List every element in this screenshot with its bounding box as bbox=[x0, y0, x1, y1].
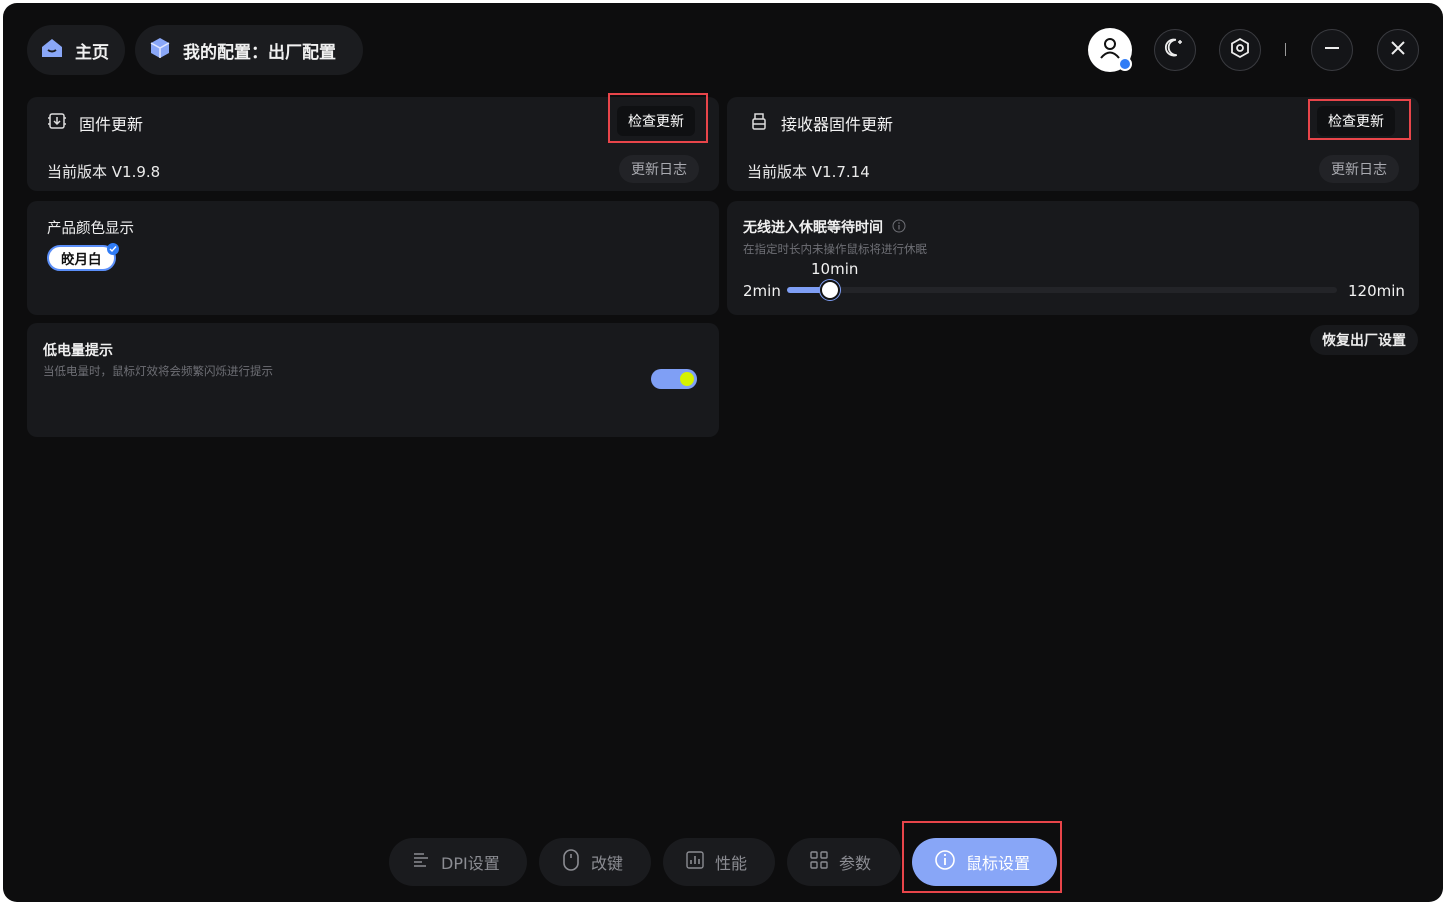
sleep-time-slider[interactable] bbox=[787, 280, 1337, 300]
receiver-title-label: 接收器固件更新 bbox=[781, 115, 894, 134]
home-label: 主页 bbox=[75, 42, 109, 63]
low-battery-card: 低电量提示 当低电量时，鼠标灯效将会频繁闪烁进行提示 bbox=[27, 323, 719, 437]
slider-thumb[interactable] bbox=[820, 280, 840, 300]
sleep-title: 无线进入休眠等待时间 bbox=[743, 217, 906, 237]
config-label: 我的配置：出厂配置 bbox=[183, 42, 336, 63]
highlight-box bbox=[1308, 99, 1411, 140]
low-battery-toggle[interactable] bbox=[651, 369, 697, 389]
highlight-box bbox=[902, 821, 1062, 893]
sleep-time-card: 无线进入休眠等待时间 在指定时长内未操作鼠标将进行休眠 10min 2min 1… bbox=[727, 201, 1419, 315]
nav-performance[interactable]: 性能 bbox=[663, 838, 775, 886]
settings-button[interactable] bbox=[1219, 29, 1261, 71]
toggle-knob bbox=[680, 372, 694, 386]
close-button[interactable] bbox=[1377, 29, 1419, 71]
close-icon bbox=[1388, 38, 1408, 62]
highlight-box bbox=[608, 93, 708, 143]
chip-icon bbox=[47, 111, 79, 135]
firmware-title: 固件更新 bbox=[47, 111, 143, 135]
sleep-desc: 在指定时长内未操作鼠标将进行休眠 bbox=[743, 242, 927, 256]
nav-keys[interactable]: 改键 bbox=[539, 838, 651, 886]
firmware-version: 当前版本 V1.9.8 bbox=[47, 163, 161, 181]
color-option-selected[interactable]: 皎月白 bbox=[47, 245, 116, 271]
color-title: 产品颜色显示 bbox=[47, 221, 134, 237]
battery-title: 低电量提示 bbox=[43, 343, 113, 359]
checkmark-icon bbox=[107, 243, 119, 255]
moon-icon bbox=[1164, 37, 1186, 63]
firmware-title-label: 固件更新 bbox=[79, 115, 144, 134]
mouse-icon bbox=[561, 848, 591, 876]
grid-icon bbox=[809, 850, 839, 874]
receiver-icon bbox=[749, 111, 781, 135]
minimize-button[interactable] bbox=[1311, 29, 1353, 71]
sleep-title-label: 无线进入休眠等待时间 bbox=[743, 220, 883, 236]
divider bbox=[1285, 43, 1286, 56]
nav-dpi[interactable]: DPI设置 bbox=[389, 838, 527, 886]
receiver-version: 当前版本 V1.7.14 bbox=[747, 163, 870, 181]
config-selector[interactable]: 我的配置：出厂配置 bbox=[135, 25, 363, 75]
info-icon[interactable] bbox=[892, 219, 906, 237]
factory-reset-button[interactable]: 恢复出厂设置 bbox=[1310, 325, 1418, 355]
battery-desc: 当低电量时，鼠标灯效将会频繁闪烁进行提示 bbox=[43, 364, 273, 378]
nav-params-label: 参数 bbox=[839, 854, 872, 873]
minimize-icon bbox=[1322, 38, 1342, 62]
home-button[interactable]: 主页 bbox=[27, 25, 125, 75]
verified-badge-icon bbox=[1118, 57, 1132, 71]
receiver-changelog-button[interactable]: 更新日志 bbox=[1319, 155, 1399, 183]
slider-value-label: 10min bbox=[811, 260, 859, 278]
app-window: 主页 我的配置：出厂配置 固件更新 检查更新 当前版本 V1.9.8 更新日志 … bbox=[3, 3, 1443, 902]
dpi-icon bbox=[411, 850, 441, 874]
user-avatar[interactable] bbox=[1088, 28, 1132, 72]
chart-icon bbox=[685, 850, 715, 874]
nav-dpi-label: DPI设置 bbox=[441, 854, 500, 873]
theme-toggle-button[interactable] bbox=[1154, 29, 1196, 71]
nav-keys-label: 改键 bbox=[591, 854, 624, 873]
slider-min-label: 2min bbox=[743, 282, 781, 300]
home-icon bbox=[39, 35, 75, 66]
slider-max-label: 120min bbox=[1348, 282, 1405, 300]
nav-performance-label: 性能 bbox=[715, 854, 748, 873]
firmware-changelog-button[interactable]: 更新日志 bbox=[619, 155, 699, 183]
nav-params[interactable]: 参数 bbox=[787, 838, 901, 886]
product-color-card: 产品颜色显示 皎月白 bbox=[27, 201, 719, 315]
receiver-title: 接收器固件更新 bbox=[749, 111, 893, 135]
settings-icon bbox=[1229, 37, 1251, 63]
cube-icon bbox=[147, 35, 183, 66]
